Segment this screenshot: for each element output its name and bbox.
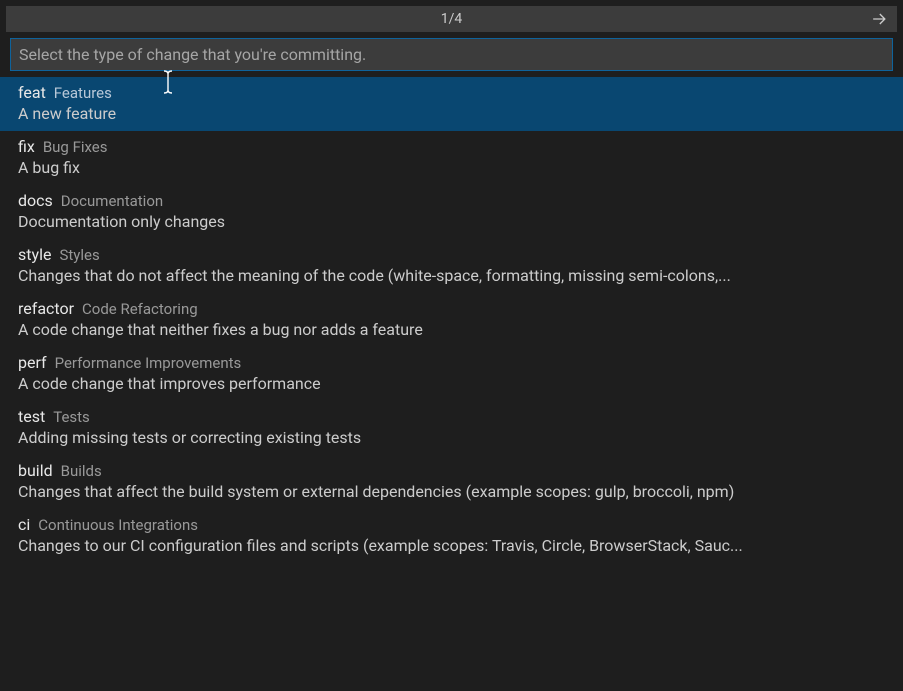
commit-type-item[interactable]: refactor Code Refactoring A code change th… — [0, 293, 903, 347]
quickpick-panel: 1/4 feat Features A new feature fix Bug Fixe… — [0, 0, 903, 563]
commit-type-item[interactable]: perf Performance Improvements A code chang… — [0, 347, 903, 401]
item-key: refactor — [18, 299, 74, 318]
item-label: Code Refactoring — [82, 300, 198, 318]
commit-type-item[interactable]: test Tests Adding missing tests or correct… — [0, 401, 903, 455]
commit-type-item[interactable]: feat Features A new feature — [0, 77, 903, 131]
item-label: Documentation — [61, 192, 163, 210]
item-key: test — [18, 407, 45, 426]
commit-type-item[interactable]: ci Continuous Integrations Changes to our … — [0, 509, 903, 563]
item-header: refactor Code Refactoring — [18, 299, 885, 318]
item-header: feat Features — [18, 83, 885, 102]
item-key: perf — [18, 353, 47, 372]
item-description: Changes to our CI configuration files an… — [18, 536, 885, 555]
item-key: docs — [18, 191, 53, 210]
item-label: Features — [54, 84, 112, 102]
item-header: fix Bug Fixes — [18, 137, 885, 156]
item-key: fix — [18, 137, 35, 156]
item-description: A new feature — [18, 104, 885, 123]
arrow-right-icon — [869, 9, 889, 29]
item-description: A bug fix — [18, 158, 885, 177]
item-label: Bug Fixes — [43, 138, 108, 156]
step-header: 1/4 — [6, 6, 897, 32]
input-wrapper — [10, 38, 893, 71]
commit-type-item[interactable]: fix Bug Fixes A bug fix — [0, 131, 903, 185]
item-key: style — [18, 245, 51, 264]
next-step-button[interactable] — [869, 9, 889, 29]
commit-type-list: feat Features A new feature fix Bug Fixes A b… — [0, 77, 903, 563]
item-header: docs Documentation — [18, 191, 885, 210]
item-description: A code change that improves performance — [18, 374, 885, 393]
item-header: style Styles — [18, 245, 885, 264]
item-header: test Tests — [18, 407, 885, 426]
item-key: feat — [18, 83, 46, 102]
item-label: Continuous Integrations — [38, 516, 198, 534]
commit-type-item[interactable]: style Styles Changes that do not affect th… — [0, 239, 903, 293]
item-header: ci Continuous Integrations — [18, 515, 885, 534]
item-key: ci — [18, 515, 30, 534]
item-header: perf Performance Improvements — [18, 353, 885, 372]
item-description: Documentation only changes — [18, 212, 885, 231]
commit-type-item[interactable]: docs Documentation Documentation only chan… — [0, 185, 903, 239]
commit-type-input[interactable] — [10, 38, 893, 71]
item-description: Adding missing tests or correcting exist… — [18, 428, 885, 447]
item-label: Builds — [61, 462, 102, 480]
item-description: Changes that do not affect the meaning o… — [18, 266, 885, 285]
item-label: Tests — [53, 408, 90, 426]
item-label: Styles — [59, 246, 99, 264]
step-counter: 1/4 — [441, 11, 463, 27]
item-description: A code change that neither fixes a bug n… — [18, 320, 885, 339]
item-header: build Builds — [18, 461, 885, 480]
item-label: Performance Improvements — [55, 354, 242, 372]
item-description: Changes that affect the build system or … — [18, 482, 885, 501]
commit-type-item[interactable]: build Builds Changes that affect the build… — [0, 455, 903, 509]
item-key: build — [18, 461, 53, 480]
